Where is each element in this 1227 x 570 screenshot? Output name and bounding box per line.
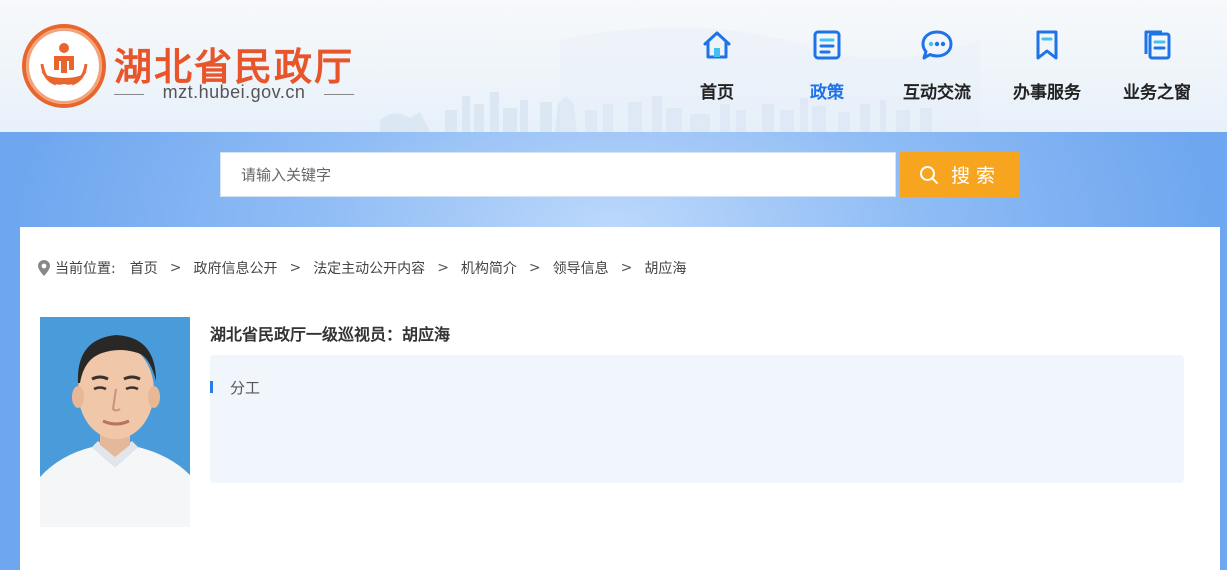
copy-document-icon xyxy=(1144,30,1171,60)
location-pin-icon xyxy=(38,260,50,276)
site-logo[interactable]: 湖北省民政厅 mzt.hubei.gov.cn xyxy=(22,24,362,110)
nav-item-home[interactable]: 首页 xyxy=(667,28,767,108)
breadcrumb-separator: > xyxy=(437,260,449,276)
nav-item-policy[interactable]: 政策 xyxy=(777,28,877,108)
duty-marker xyxy=(210,381,213,393)
breadcrumb-item-org-intro[interactable]: 机构简介 xyxy=(461,258,517,278)
breadcrumb-separator: > xyxy=(620,260,633,276)
breadcrumb-item-home[interactable]: 首页 xyxy=(130,258,158,278)
breadcrumb-item-gov-info[interactable]: 政府信息公开 xyxy=(193,258,277,278)
nav-item-business[interactable]: 业务之窗 xyxy=(1107,28,1207,108)
hubei-civil-affairs-logo-icon xyxy=(22,24,106,108)
home-icon xyxy=(703,31,731,59)
content-panel: 当前位置: 首页 > 政府信息公开 > 法定主动公开内容 > 机构简介 > 领导… xyxy=(20,227,1220,570)
breadcrumb-separator: > xyxy=(528,260,541,276)
document-icon xyxy=(813,30,841,60)
main-nav: 首页 政策 互动交流 办事服务 业务之窗 xyxy=(667,28,1227,108)
breadcrumb-item-statutory-content[interactable]: 法定主动公开内容 xyxy=(313,258,425,278)
chat-bubble-icon xyxy=(921,30,953,60)
search-button-label: 搜索 xyxy=(950,165,1001,187)
duty-label: 分工 xyxy=(230,379,261,397)
breadcrumb-item-current: 胡应海 xyxy=(644,261,687,277)
duty-card: 分工 xyxy=(210,355,1184,483)
search-input[interactable] xyxy=(220,152,896,197)
site-header: 湖北省民政厅 mzt.hubei.gov.cn 首页 政策 互动交流 办事服务 … xyxy=(0,0,1227,132)
bookmark-icon xyxy=(1036,30,1058,60)
nav-label-business: 业务之窗 xyxy=(1123,83,1191,103)
search-icon xyxy=(919,165,938,184)
nav-item-services[interactable]: 办事服务 xyxy=(997,28,1097,108)
breadcrumb-item-leader-info[interactable]: 领导信息 xyxy=(553,258,609,278)
nav-label-services: 办事服务 xyxy=(1013,83,1081,103)
nav-label-home: 首页 xyxy=(700,83,734,103)
nav-item-interaction[interactable]: 互动交流 xyxy=(887,28,987,108)
nav-label-interaction: 互动交流 xyxy=(903,83,971,103)
nav-label-policy: 政策 xyxy=(810,83,844,103)
breadcrumb: 当前位置: 首页 > 政府信息公开 > 法定主动公开内容 > 机构简介 > 领导… xyxy=(38,257,686,279)
breadcrumb-separator: > xyxy=(169,260,182,276)
search-button[interactable]: 搜索 xyxy=(900,152,1020,197)
leader-title: 湖北省民政厅一级巡视员：胡应海 xyxy=(210,325,451,344)
site-domain: mzt.hubei.gov.cn xyxy=(114,82,354,103)
breadcrumb-prefix: 当前位置: xyxy=(55,261,116,277)
leader-portrait xyxy=(40,317,190,527)
breadcrumb-separator: > xyxy=(289,260,302,276)
